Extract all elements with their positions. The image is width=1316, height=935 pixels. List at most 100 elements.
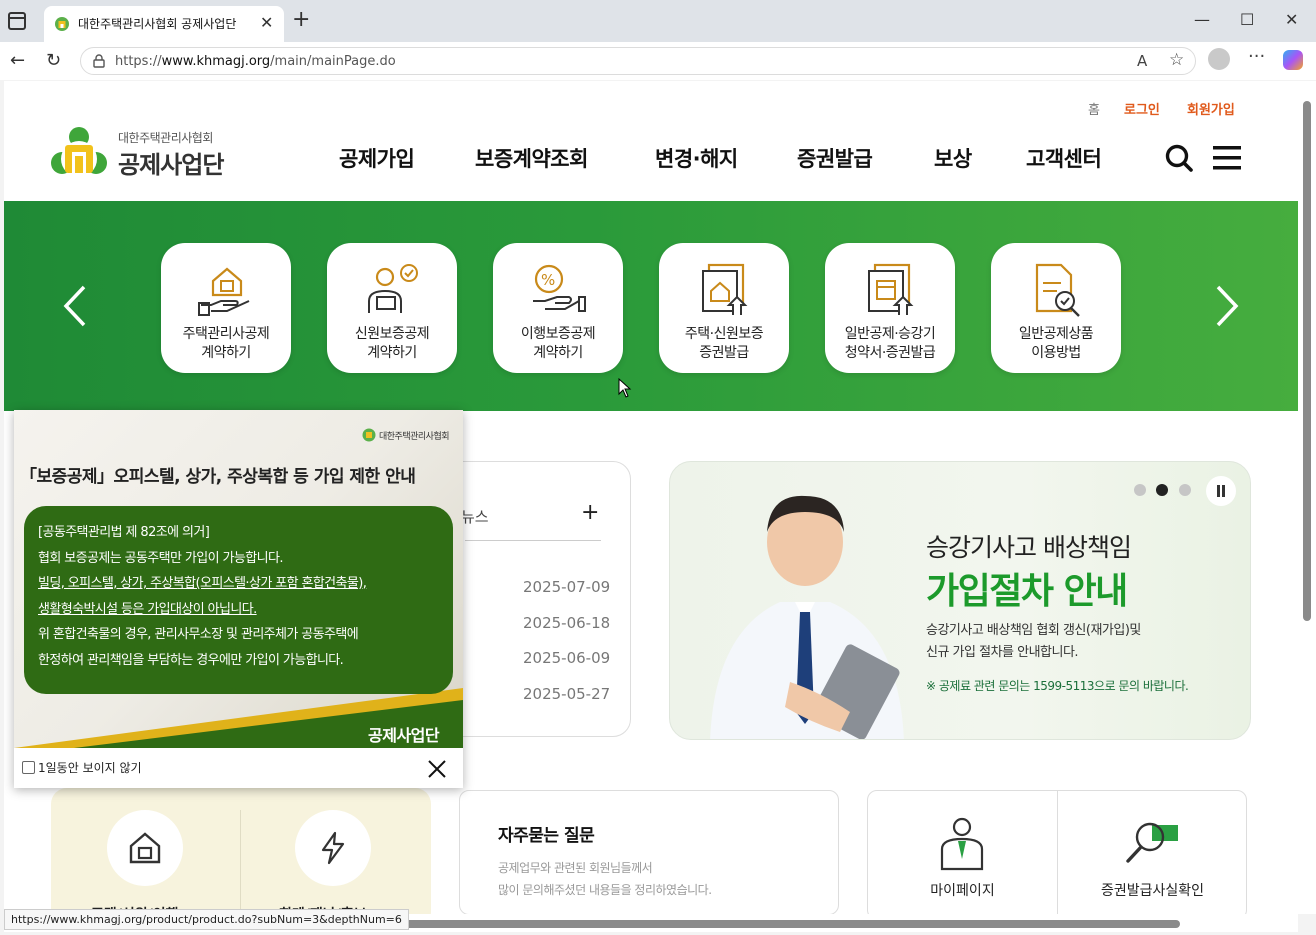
slide-indicator-2[interactable]	[1156, 484, 1168, 496]
browser-tab[interactable]: 대한주택관리사협회 공제사업단 ✕	[44, 6, 284, 42]
gnb-item-join[interactable]: 공제가입	[339, 143, 415, 173]
news-date: 2025-06-09	[523, 649, 611, 667]
quick-menu-general-usage[interactable]: 일반공제상품 이용방법	[991, 243, 1121, 373]
quick-menu-label: 일반공제·승강기 청약서·증권발급	[844, 326, 936, 361]
hide-for-day-checkbox[interactable]	[22, 761, 35, 774]
person-laptop-icon	[368, 264, 418, 313]
quick-menu-identity-guarantee[interactable]: 신원보증공제 계약하기	[327, 243, 457, 373]
popup-line: 생활형숙박시설 등은 가입대상이 아닙니다.	[38, 601, 257, 617]
logo-association-text: 대한주택관리사협회	[118, 131, 213, 145]
address-bar: ← ↻ https://www.khmagj.org/main/mainPage…	[0, 42, 1316, 80]
svg-text:%: %	[541, 271, 555, 289]
certificate-verify-link[interactable]: 증권발급사실확인	[1058, 880, 1247, 900]
url-input[interactable]: https://www.khmagj.org/main/mainPage.do …	[80, 47, 1196, 75]
shortcut-divider	[240, 810, 241, 914]
mypage-link[interactable]: 마이페이지	[868, 880, 1057, 900]
copilot-icon[interactable]	[1283, 50, 1303, 70]
gnb-item-compensation[interactable]: 보상	[934, 143, 972, 173]
tab-actions-icon[interactable]	[8, 12, 26, 30]
horizontal-scroll-thumb[interactable]	[384, 920, 1180, 928]
quick-menu-performance-guarantee[interactable]: % 이행보증공제 계약하기	[493, 243, 623, 373]
promo-description: 승강기사고 배상책임 협회 갱신(재가입)및 신규 가입 절차를 안내합니다.	[926, 623, 1141, 660]
slide-indicator-3[interactable]	[1179, 484, 1191, 496]
page-viewport: 홈 로그인 회원가입 대한주택관리사협회 공제사업단 공제가입 보증계약조회 변…	[4, 81, 1298, 914]
quick-menu-label: 신원보증공제 계약하기	[354, 326, 430, 361]
quick-menu-certificate-issue[interactable]: 주택·신원보증 증권발급	[659, 243, 789, 373]
gnb-item-contract-inquiry[interactable]: 보증계약조회	[475, 143, 588, 173]
favorite-star-icon[interactable]: ☆	[1169, 50, 1184, 70]
promo-title: 승강기사고 배상책임	[926, 533, 1132, 562]
refresh-icon[interactable]: ↻	[46, 50, 61, 71]
profile-avatar-icon[interactable]	[1208, 48, 1230, 70]
hamburger-menu-icon[interactable]	[1213, 145, 1241, 171]
slide-indicator-1[interactable]	[1134, 484, 1146, 496]
logo-title[interactable]: 공제사업단	[118, 145, 224, 180]
faq-title: 자주묻는 질문	[498, 826, 595, 846]
chevron-left-icon[interactable]	[56, 281, 96, 331]
notice-popup: 대한주택관리사협회 「보증공제」오피스텔, 상가, 주상복합 등 가입 제한 안…	[14, 410, 463, 788]
popup-notice-box: [공동주택관리법 제 82조에 의거] 협회 보증공제는 공동주택만 가입이 가…	[24, 506, 453, 694]
popup-line: 빌딩, 오피스텔, 상가, 주상복합(오피스텔·상가 포함 혼합건축물),	[38, 576, 367, 591]
new-tab-icon[interactable]: +	[292, 9, 310, 31]
association-logo-icon	[362, 428, 376, 442]
product-shortcut-panel: 주택/신원/이행 회계/재난/홍보	[51, 788, 431, 914]
chevron-right-icon[interactable]	[1206, 281, 1246, 331]
gnb-item-certificate[interactable]: 증권발급	[797, 143, 873, 173]
close-icon[interactable]	[426, 758, 448, 780]
more-menu-icon[interactable]: ···	[1248, 46, 1265, 67]
notice-popup-image: 대한주택관리사협회 「보증공제」오피스텔, 상가, 주상복합 등 가입 제한 안…	[14, 410, 463, 748]
businessman-illustration	[710, 495, 904, 739]
read-aloud-icon[interactable]: A	[1137, 52, 1147, 70]
back-icon[interactable]: ←	[10, 50, 25, 71]
popup-footer: 1일동안 보이지 않기	[14, 748, 463, 788]
housing-guarantee-shortcut[interactable]	[107, 810, 183, 886]
lightning-icon	[321, 831, 345, 865]
faq-card[interactable]: 자주묻는 질문 공제업무와 관련된 회원님들께서 많이 문의해주셨던 내용들을 …	[459, 790, 839, 914]
quick-menu-label: 주택·신원보증 증권발급	[684, 326, 764, 361]
minimize-icon[interactable]: —	[1194, 10, 1210, 29]
certificate-verify-icon[interactable]	[1122, 815, 1182, 871]
close-tab-icon[interactable]: ✕	[260, 13, 273, 32]
building-icon	[129, 832, 161, 864]
maximize-icon[interactable]: ☐	[1240, 10, 1254, 29]
gnb-item-customer-center[interactable]: 고객센터	[1026, 143, 1102, 173]
popup-brand: 공제사업단	[368, 726, 440, 745]
pause-icon[interactable]	[1206, 476, 1236, 506]
accounting-disaster-shortcut[interactable]	[295, 810, 371, 886]
house-hand-icon	[198, 267, 250, 316]
news-more-icon[interactable]: +	[581, 500, 599, 525]
promo-banner[interactable]: 승강기사고 배상책임 가입절차 안내 승강기사고 배상책임 협회 갱신(재가입)…	[669, 461, 1251, 740]
news-tab[interactable]: 뉴스	[461, 506, 489, 527]
search-icon[interactable]	[1164, 143, 1194, 173]
news-date: 2025-07-09	[523, 578, 611, 596]
news-divider	[465, 540, 601, 541]
home-link[interactable]: 홈	[1088, 99, 1100, 118]
vertical-scrollbar[interactable]	[1298, 81, 1316, 914]
document-search-icon	[1035, 263, 1080, 317]
hide-for-day-label[interactable]: 1일동안 보이지 않기	[38, 759, 142, 776]
news-date: 2025-06-18	[523, 614, 611, 632]
mypage-person-icon[interactable]	[932, 815, 992, 871]
window-close-icon[interactable]: ✕	[1285, 10, 1298, 29]
quick-menu-housing-manager[interactable]: 주택관리사공제 계약하기	[161, 243, 291, 373]
vertical-scroll-thumb[interactable]	[1303, 101, 1311, 621]
popup-logo-text: 대한주택관리사협회	[379, 432, 450, 442]
quick-menu-banner: 주택관리사공제 계약하기 신원보증공제 계약하기 % 이행보증공제 계약하기 주…	[4, 201, 1298, 411]
promo-headline: 가입절차 안내	[926, 571, 1128, 612]
promo-note: ※ 공제료 관련 문의는 1599-5113으로 문의 바랍니다.	[926, 679, 1189, 693]
popup-line: 한정하여 관리책임을 부담하는 경우에만 가입이 가능합니다.	[38, 652, 344, 668]
gnb-item-change-cancel[interactable]: 변경·해지	[655, 143, 738, 173]
faq-description: 공제업무와 관련된 회원님들께서 많이 문의해주셨던 내용들을 정리하였습니다.	[498, 861, 712, 897]
quick-menu-general-elevator[interactable]: 일반공제·승강기 청약서·증권발급	[825, 243, 955, 373]
join-link[interactable]: 회원가입	[1187, 99, 1235, 118]
document-house-icon	[702, 263, 748, 315]
quick-menu-label: 일반공제상품 이용방법	[1018, 326, 1094, 361]
favicon-icon	[55, 17, 69, 31]
url-text: https://www.khmagj.org/main/mainPage.do	[115, 54, 396, 69]
document-upload-icon	[868, 263, 914, 315]
mouse-cursor-icon	[618, 378, 632, 398]
login-link[interactable]: 로그인	[1124, 99, 1160, 118]
browser-tab-bar: 대한주택관리사협회 공제사업단 ✕ + — ☐ ✕	[0, 0, 1316, 42]
popup-line: 위 혼합건축물의 경우, 관리사무소장 및 관리주체가 공동주택에	[38, 627, 359, 642]
logo-icon[interactable]	[50, 125, 108, 181]
